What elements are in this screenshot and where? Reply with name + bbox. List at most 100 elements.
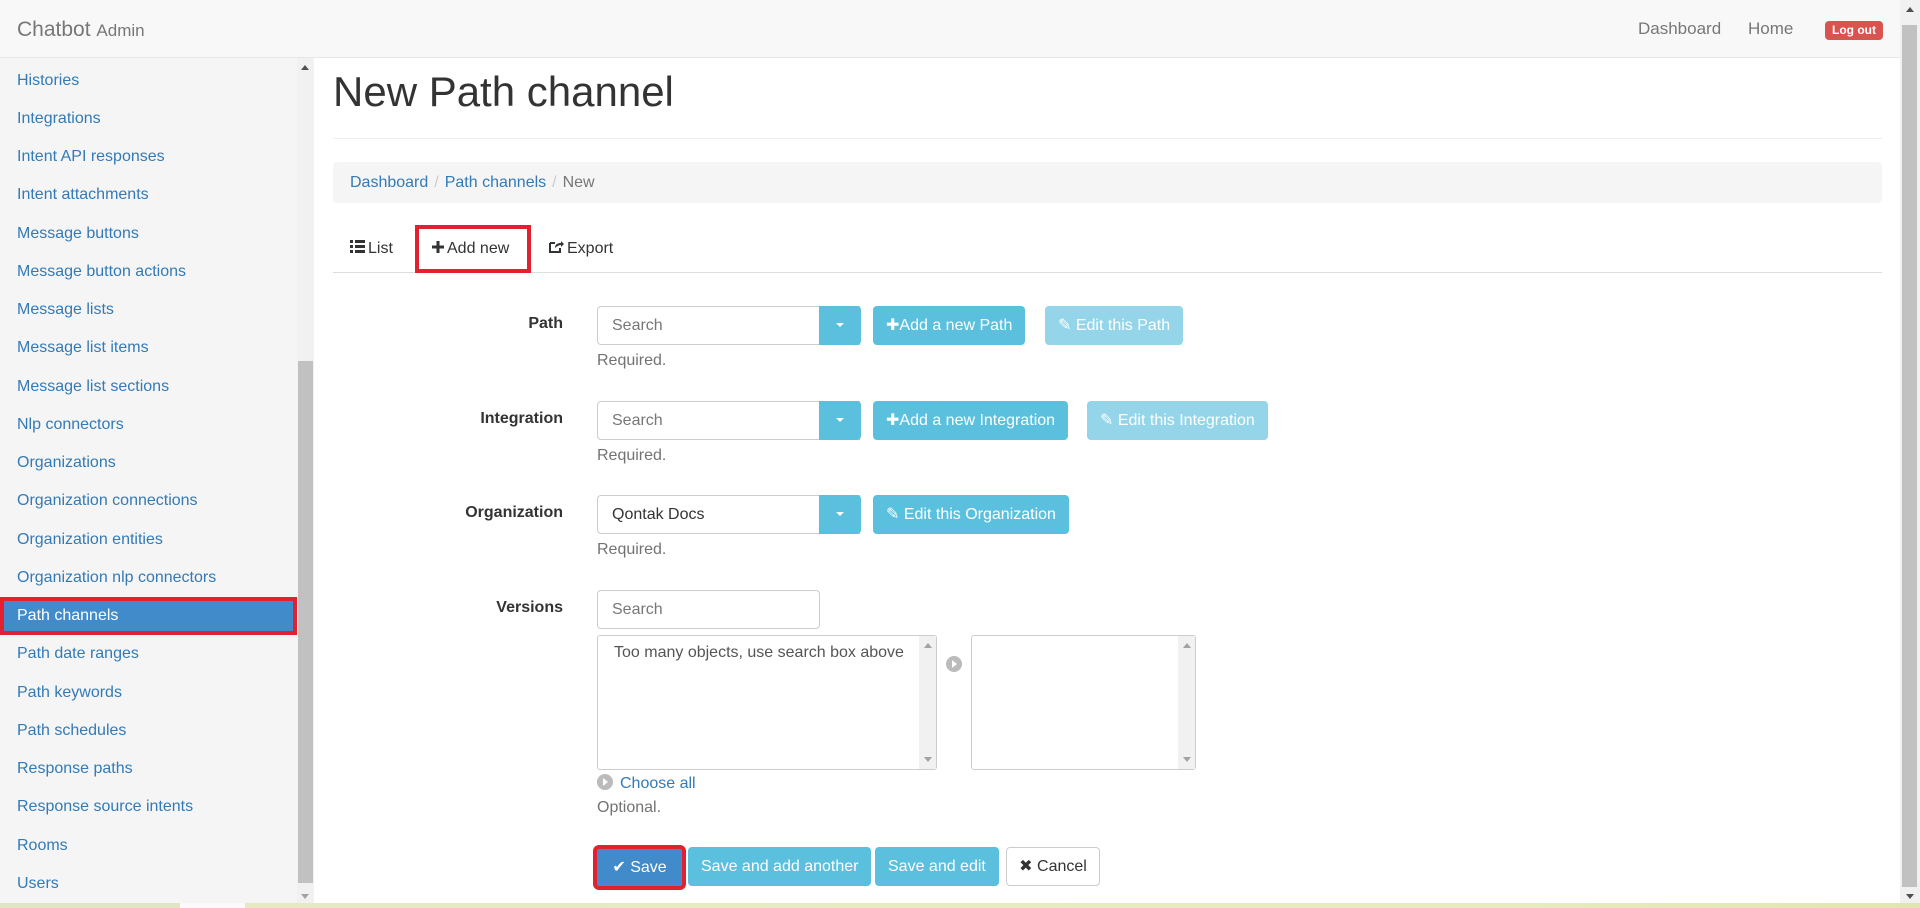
nav-home-link[interactable]: Home — [1748, 19, 1793, 39]
sidebar-scrollbar[interactable] — [297, 58, 314, 903]
save-and-add-another-button[interactable]: Save and add another — [688, 847, 872, 886]
plus-icon: ✚ — [886, 412, 900, 429]
versions-chosen-list[interactable] — [971, 635, 1196, 770]
sidebar-item-organization-nlp-connectors[interactable]: Organization nlp connectors — [0, 559, 297, 597]
organization-dropdown-toggle[interactable] — [819, 495, 861, 534]
chevron-down-icon — [836, 323, 844, 327]
save-button[interactable]: ✔ Save — [593, 845, 686, 890]
sidebar-item-path-channels[interactable]: Path channels — [0, 597, 297, 635]
sidebar-item-nlp-connectors[interactable]: Nlp connectors — [0, 406, 297, 444]
sidebar-item-message-list-sections[interactable]: Message list sections — [0, 368, 297, 406]
versions-help-text: Optional. — [597, 799, 662, 816]
breadcrumb: Dashboard / Path channels / New — [333, 162, 1882, 203]
sidebar-item-response-source-intents[interactable]: Response source intents — [0, 788, 297, 826]
add-new-path-label: Add a new Path — [899, 317, 1013, 334]
cancel-label: Cancel — [1037, 858, 1087, 875]
check-icon: ✔ — [612, 859, 626, 876]
choose-all-arrow-icon — [597, 774, 613, 790]
sidebar-item-histories[interactable]: Histories — [0, 62, 297, 100]
top-navbar: Chatbot Admin Dashboard Home Log out — [0, 0, 1900, 58]
edit-path-button[interactable]: ✎ Edit this Path — [1045, 306, 1184, 345]
versions-search-input[interactable]: Search — [597, 590, 820, 629]
tab-add-new[interactable]: Add new — [415, 225, 531, 273]
sidebar-item-path-keywords[interactable]: Path keywords — [0, 674, 297, 712]
page-scroll-down-arrow-icon[interactable] — [1906, 894, 1914, 899]
sidebar-item-organizations[interactable]: Organizations — [0, 444, 297, 482]
edit-path-label: Edit this Path — [1075, 317, 1171, 334]
add-new-integration-label: Add a new Integration — [899, 412, 1056, 429]
scroll-up-arrow-icon[interactable] — [301, 65, 309, 70]
pencil-icon: ✎ — [886, 506, 900, 523]
versions-label: Versions — [496, 599, 563, 616]
move-right-arrow-icon[interactable] — [946, 656, 962, 672]
save-and-edit-button[interactable]: Save and edit — [875, 847, 999, 886]
save-label: Save — [630, 859, 667, 876]
sidebar-item-organization-entities[interactable]: Organization entities — [0, 521, 297, 559]
page-scrollbar-thumb[interactable] — [1902, 25, 1917, 887]
tab-add-new-label: Add new — [447, 240, 510, 258]
action-tabs: List Add new Export — [333, 225, 1882, 273]
cancel-button[interactable]: ✖ Cancel — [1006, 847, 1100, 886]
tab-export[interactable]: Export — [532, 225, 630, 273]
integration-label: Integration — [480, 410, 563, 427]
edit-organization-label: Edit this Organization — [903, 506, 1056, 523]
path-dropdown-toggle[interactable] — [819, 306, 861, 345]
versions-available-message: Too many objects, use search box above — [614, 644, 904, 661]
sidebar-item-response-paths[interactable]: Response paths — [0, 750, 297, 788]
sidebar-item-users[interactable]: Users — [0, 865, 297, 903]
path-help-text: Required. — [597, 352, 667, 369]
plus-icon — [432, 225, 444, 273]
scroll-up-arrow-icon[interactable] — [1183, 643, 1191, 648]
scroll-up-arrow-icon[interactable] — [924, 643, 932, 648]
sidebar-item-rooms[interactable]: Rooms — [0, 827, 297, 865]
sidebar-item-message-button-actions[interactable]: Message button actions — [0, 253, 297, 291]
bottom-strip — [0, 903, 1920, 908]
sidebar-item-intent-api-responses[interactable]: Intent API responses — [0, 138, 297, 176]
edit-organization-button[interactable]: ✎ Edit this Organization — [873, 495, 1069, 534]
sidebar-item-message-lists[interactable]: Message lists — [0, 291, 297, 329]
organization-label: Organization — [465, 504, 563, 521]
pencil-icon: ✎ — [1100, 412, 1114, 429]
scroll-down-arrow-icon[interactable] — [1183, 757, 1191, 762]
title-divider — [333, 138, 1882, 139]
sidebar-item-path-date-ranges[interactable]: Path date ranges — [0, 635, 297, 673]
page-title: New Path channel — [333, 68, 674, 115]
tab-list-label: List — [368, 240, 393, 258]
plus-icon: ✚ — [886, 317, 900, 334]
breadcrumb-dashboard[interactable]: Dashboard — [350, 174, 428, 191]
available-list-scrollbar[interactable] — [919, 636, 936, 769]
breadcrumb-separator: / — [434, 174, 439, 191]
add-new-path-button[interactable]: ✚Add a new Path — [873, 306, 1026, 345]
sidebar-item-message-list-items[interactable]: Message list items — [0, 329, 297, 367]
sidebar-item-message-buttons[interactable]: Message buttons — [0, 215, 297, 253]
chosen-list-scrollbar[interactable] — [1178, 636, 1195, 769]
sidebar-item-integrations[interactable]: Integrations — [0, 100, 297, 138]
edit-integration-button[interactable]: ✎ Edit this Integration — [1087, 401, 1268, 440]
choose-all-link[interactable]: Choose all — [620, 775, 696, 793]
logout-button[interactable]: Log out — [1825, 21, 1883, 40]
brand-name: Chatbot — [17, 18, 91, 41]
list-icon — [350, 225, 365, 273]
tab-list[interactable]: List — [333, 225, 410, 273]
organization-help-text: Required. — [597, 541, 667, 558]
sidebar-scrollbar-thumb[interactable] — [298, 361, 313, 883]
sidebar-item-path-schedules[interactable]: Path schedules — [0, 712, 297, 750]
integration-help-text: Required. — [597, 447, 667, 464]
versions-available-list[interactable]: Too many objects, use search box above — [597, 635, 937, 770]
page-scroll-up-arrow-icon[interactable] — [1906, 7, 1914, 12]
brand-logo[interactable]: Chatbot Admin — [17, 18, 145, 42]
chevron-down-icon — [836, 512, 844, 516]
sidebar-item-organization-connections[interactable]: Organization connections — [0, 482, 297, 520]
breadcrumb-path-channels[interactable]: Path channels — [445, 174, 546, 191]
scroll-down-arrow-icon[interactable] — [301, 894, 309, 899]
scroll-down-arrow-icon[interactable] — [924, 757, 932, 762]
edit-integration-label: Edit this Integration — [1117, 412, 1255, 429]
sidebar-item-intent-attachments[interactable]: Intent attachments — [0, 176, 297, 214]
page-scrollbar[interactable] — [1900, 0, 1920, 903]
breadcrumb-separator: / — [552, 174, 557, 191]
nav-dashboard-link[interactable]: Dashboard — [1638, 19, 1721, 39]
add-new-integration-button[interactable]: ✚Add a new Integration — [873, 401, 1069, 440]
integration-dropdown-toggle[interactable] — [819, 401, 861, 440]
breadcrumb-current: New — [562, 174, 595, 191]
sidebar: Histories Integrations Intent API respon… — [0, 58, 297, 903]
